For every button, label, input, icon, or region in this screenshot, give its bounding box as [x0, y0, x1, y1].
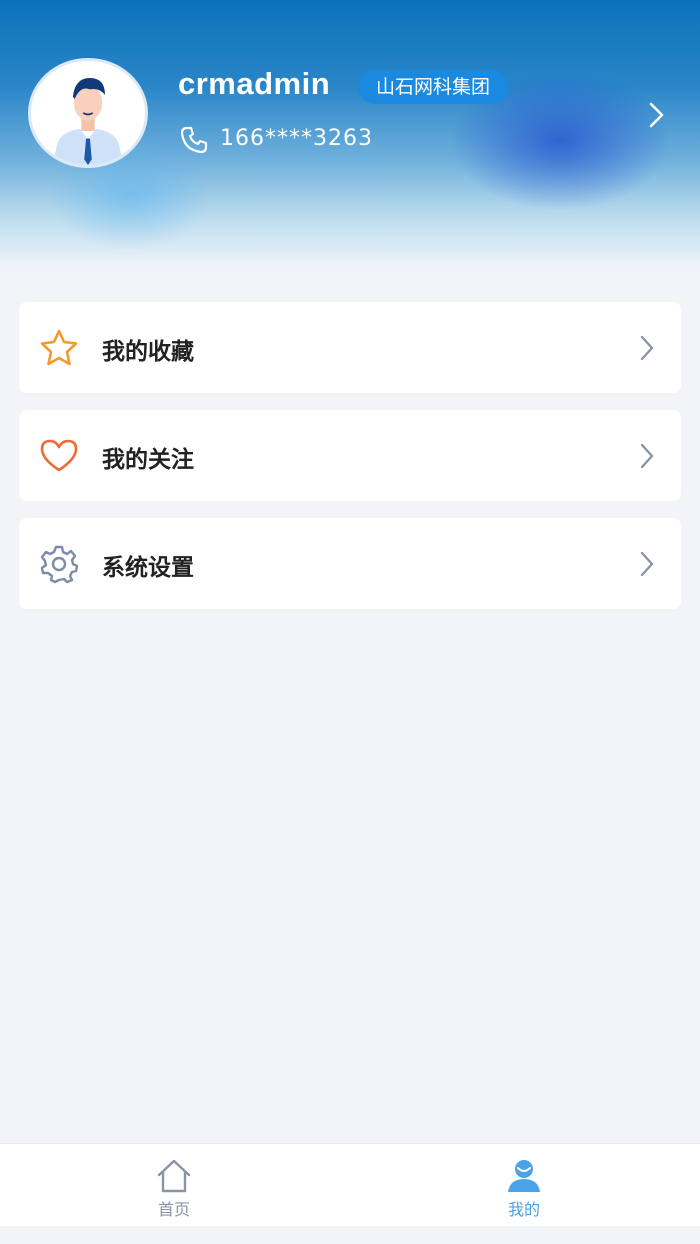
chevron-right-icon	[640, 551, 654, 577]
tab-home[interactable]: 首页	[114, 1144, 234, 1226]
menu-item-following[interactable]: 我的关注	[19, 410, 681, 501]
profile-header[interactable]: crmadmin 山石网科集团 166****3263	[0, 0, 700, 290]
avatar-illustration	[31, 61, 145, 165]
home-indicator-area	[0, 1226, 700, 1244]
menu-item-label: 我的收藏	[102, 339, 194, 365]
tab-mine[interactable]: 我的	[464, 1144, 584, 1226]
menu-item-label: 系统设置	[102, 555, 194, 581]
chevron-right-icon	[640, 335, 654, 361]
bottom-tab-bar: 首页 我的	[0, 1143, 700, 1226]
phone-number: 166****3263	[220, 126, 373, 151]
heart-icon	[40, 439, 78, 472]
tab-label: 我的	[507, 1200, 540, 1219]
gear-icon	[40, 545, 79, 584]
username: crmadmin	[178, 66, 331, 101]
star-icon	[40, 329, 78, 366]
organization-badge: 山石网科集团	[358, 70, 509, 104]
phone-icon	[180, 126, 208, 154]
menu-item-label: 我的关注	[102, 447, 194, 473]
home-icon	[157, 1159, 191, 1193]
menu-item-settings[interactable]: 系统设置	[19, 518, 681, 609]
avatar	[28, 58, 148, 168]
chevron-right-icon	[640, 443, 654, 469]
tab-label: 首页	[157, 1200, 190, 1219]
user-icon	[508, 1160, 540, 1192]
menu-item-favorites[interactable]: 我的收藏	[19, 302, 681, 393]
chevron-right-icon[interactable]	[646, 100, 668, 130]
